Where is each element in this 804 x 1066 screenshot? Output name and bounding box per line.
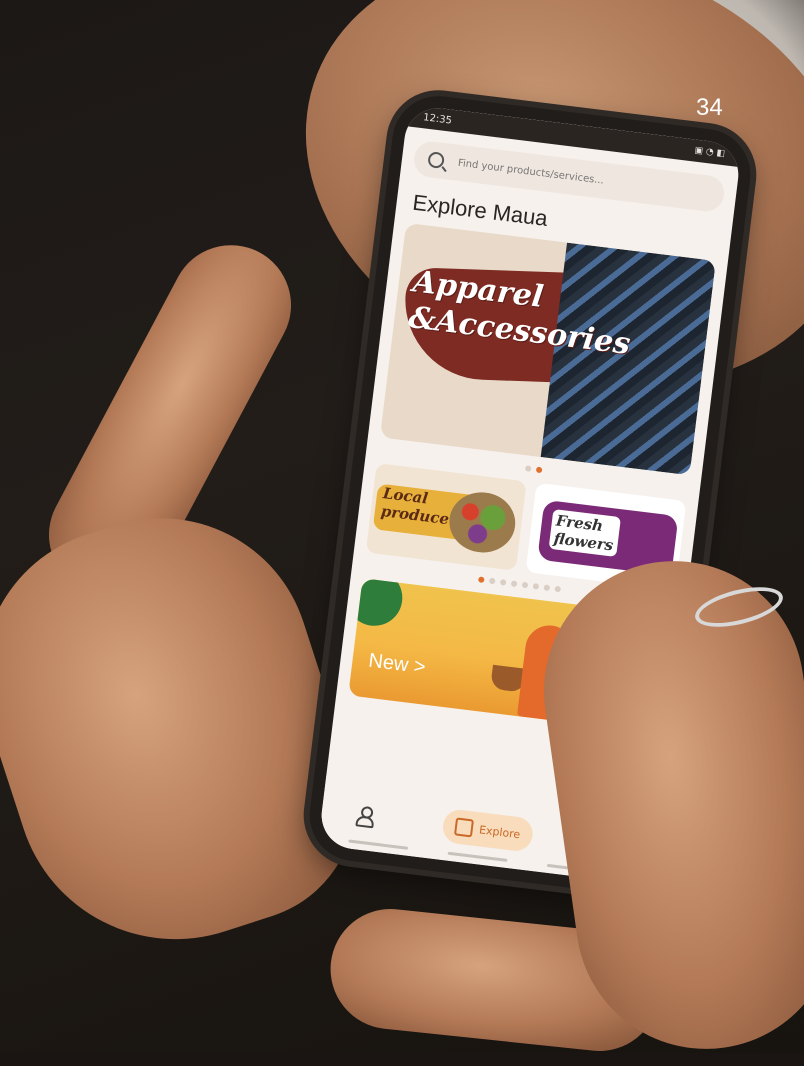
- gesture-bar: [447, 851, 508, 862]
- card-label: Fresh flowers: [548, 508, 621, 557]
- search-input[interactable]: [455, 156, 670, 196]
- page-number: 34: [696, 94, 723, 121]
- user-icon: [356, 805, 374, 825]
- new-label: New >: [367, 649, 427, 679]
- carousel-dot[interactable]: [524, 465, 532, 472]
- carousel-dot[interactable]: [488, 577, 496, 585]
- category-card-local-produce[interactable]: Local produce: [365, 463, 527, 571]
- status-time: 12:35: [422, 111, 453, 127]
- carousel-dot[interactable]: [521, 581, 528, 589]
- carousel-dot[interactable]: [535, 466, 542, 474]
- carousel-dot[interactable]: [542, 584, 550, 592]
- search-icon: [427, 151, 446, 169]
- carousel-dot[interactable]: [510, 580, 517, 588]
- carousel-dot[interactable]: [477, 576, 485, 583]
- nav-explore-label: Explore: [478, 822, 522, 841]
- nav-profile[interactable]: [356, 805, 374, 825]
- store-icon: [454, 817, 475, 838]
- palm-tree-image: [348, 578, 406, 629]
- status-icons: ▣ ◔ ◧: [694, 145, 726, 160]
- carousel-dot[interactable]: [499, 578, 506, 586]
- nav-explore[interactable]: Explore: [441, 808, 535, 853]
- carousel-dot[interactable]: [553, 585, 561, 593]
- gesture-bar: [348, 839, 409, 850]
- carousel-dot[interactable]: [532, 582, 539, 590]
- hero-banner-apparel[interactable]: Apparel &Accessories: [379, 222, 716, 476]
